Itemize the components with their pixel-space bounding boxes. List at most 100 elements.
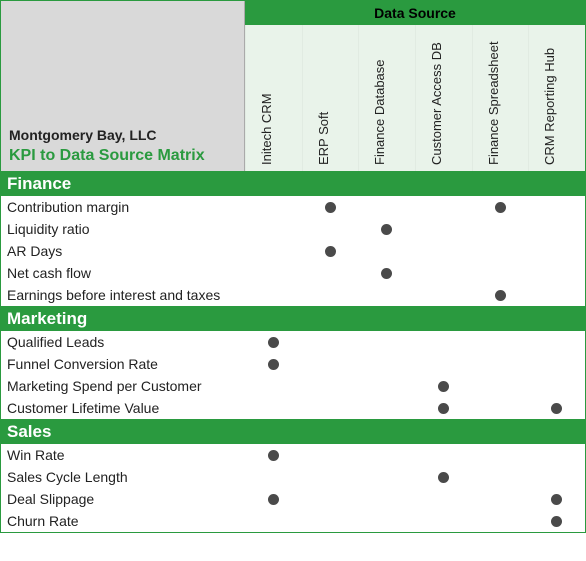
matrix-cell — [358, 466, 415, 488]
dot-icon — [268, 337, 279, 348]
table-row: Qualified Leads — [1, 331, 585, 353]
title-cell: Montgomery Bay, LLC KPI to Data Source M… — [1, 1, 245, 171]
sources-columns: Initech CRMERP SoftFinance DatabaseCusto… — [245, 25, 585, 171]
dot-icon — [325, 202, 336, 213]
source-column: CRM Reporting Hub — [528, 25, 585, 171]
matrix-cell — [245, 466, 302, 488]
category-header: Finance — [1, 171, 585, 196]
dot-icon — [381, 224, 392, 235]
matrix-cell — [472, 196, 529, 218]
matrix-cell — [358, 397, 415, 419]
kpi-label: Customer Lifetime Value — [1, 400, 245, 416]
matrix-cell — [528, 510, 585, 532]
kpi-label: Win Rate — [1, 447, 245, 463]
matrix-cell — [415, 488, 472, 510]
matrix-cell — [528, 466, 585, 488]
matrix-cell — [245, 397, 302, 419]
kpi-label: Deal Slippage — [1, 491, 245, 507]
source-label: Finance Spreadsheet — [486, 41, 501, 165]
dot-icon — [495, 290, 506, 301]
matrix-cell — [472, 331, 529, 353]
row-cells — [245, 262, 585, 284]
matrix-cell — [528, 488, 585, 510]
source-column: ERP Soft — [302, 25, 359, 171]
dot-icon — [495, 202, 506, 213]
source-label: ERP Soft — [316, 112, 331, 165]
dot-icon — [438, 472, 449, 483]
table-row: Sales Cycle Length — [1, 466, 585, 488]
kpi-label: Earnings before interest and taxes — [1, 287, 245, 303]
matrix-cell — [415, 444, 472, 466]
row-cells — [245, 218, 585, 240]
row-cells — [245, 397, 585, 419]
kpi-label: AR Days — [1, 243, 245, 259]
matrix-cell — [472, 284, 529, 306]
table-row: Churn Rate — [1, 510, 585, 532]
row-cells — [245, 488, 585, 510]
kpi-label: Churn Rate — [1, 513, 245, 529]
matrix-cell — [358, 218, 415, 240]
dot-icon — [551, 494, 562, 505]
matrix-cell — [472, 466, 529, 488]
row-cells — [245, 240, 585, 262]
matrix-cell — [245, 284, 302, 306]
sources-wrap: Data Source Initech CRMERP SoftFinance D… — [245, 1, 585, 171]
matrix-cell — [302, 375, 359, 397]
matrix-cell — [358, 444, 415, 466]
matrix-cell — [302, 466, 359, 488]
matrix-cell — [528, 353, 585, 375]
matrix-cell — [245, 353, 302, 375]
matrix-cell — [302, 240, 359, 262]
matrix-cell — [415, 284, 472, 306]
matrix-cell — [472, 218, 529, 240]
kpi-matrix: Montgomery Bay, LLC KPI to Data Source M… — [0, 0, 586, 533]
table-row: AR Days — [1, 240, 585, 262]
matrix-cell — [528, 284, 585, 306]
matrix-cell — [528, 444, 585, 466]
matrix-cell — [302, 353, 359, 375]
row-cells — [245, 284, 585, 306]
kpi-label: Sales Cycle Length — [1, 469, 245, 485]
row-cells — [245, 196, 585, 218]
row-cells — [245, 331, 585, 353]
table-row: Net cash flow — [1, 262, 585, 284]
matrix-cell — [528, 240, 585, 262]
matrix-cell — [245, 510, 302, 532]
company-name: Montgomery Bay, LLC — [9, 127, 157, 143]
header-row: Montgomery Bay, LLC KPI to Data Source M… — [1, 1, 585, 171]
kpi-label: Funnel Conversion Rate — [1, 356, 245, 372]
matrix-cell — [528, 331, 585, 353]
table-row: Win Rate — [1, 444, 585, 466]
matrix-cell — [302, 488, 359, 510]
source-label: Finance Database — [372, 59, 387, 165]
kpi-label: Liquidity ratio — [1, 221, 245, 237]
table-row: Deal Slippage — [1, 488, 585, 510]
matrix-cell — [302, 444, 359, 466]
dot-icon — [325, 246, 336, 257]
kpi-label: Net cash flow — [1, 265, 245, 281]
matrix-cell — [528, 375, 585, 397]
matrix-cell — [415, 375, 472, 397]
matrix-cell — [415, 196, 472, 218]
matrix-cell — [415, 331, 472, 353]
matrix-title: KPI to Data Source Matrix — [9, 147, 205, 165]
matrix-cell — [358, 353, 415, 375]
matrix-cell — [245, 262, 302, 284]
source-label: CRM Reporting Hub — [542, 48, 557, 165]
matrix-cell — [528, 196, 585, 218]
kpi-label: Qualified Leads — [1, 334, 245, 350]
dot-icon — [381, 268, 392, 279]
matrix-cell — [415, 218, 472, 240]
category-header: Marketing — [1, 306, 585, 331]
matrix-cell — [302, 397, 359, 419]
row-cells — [245, 466, 585, 488]
matrix-cell — [415, 510, 472, 532]
source-label: Initech CRM — [259, 93, 274, 165]
matrix-cell — [245, 331, 302, 353]
matrix-cell — [358, 284, 415, 306]
table-row: Funnel Conversion Rate — [1, 353, 585, 375]
matrix-cell — [302, 196, 359, 218]
category-header: Sales — [1, 419, 585, 444]
source-column: Initech CRM — [245, 25, 302, 171]
matrix-cell — [358, 262, 415, 284]
